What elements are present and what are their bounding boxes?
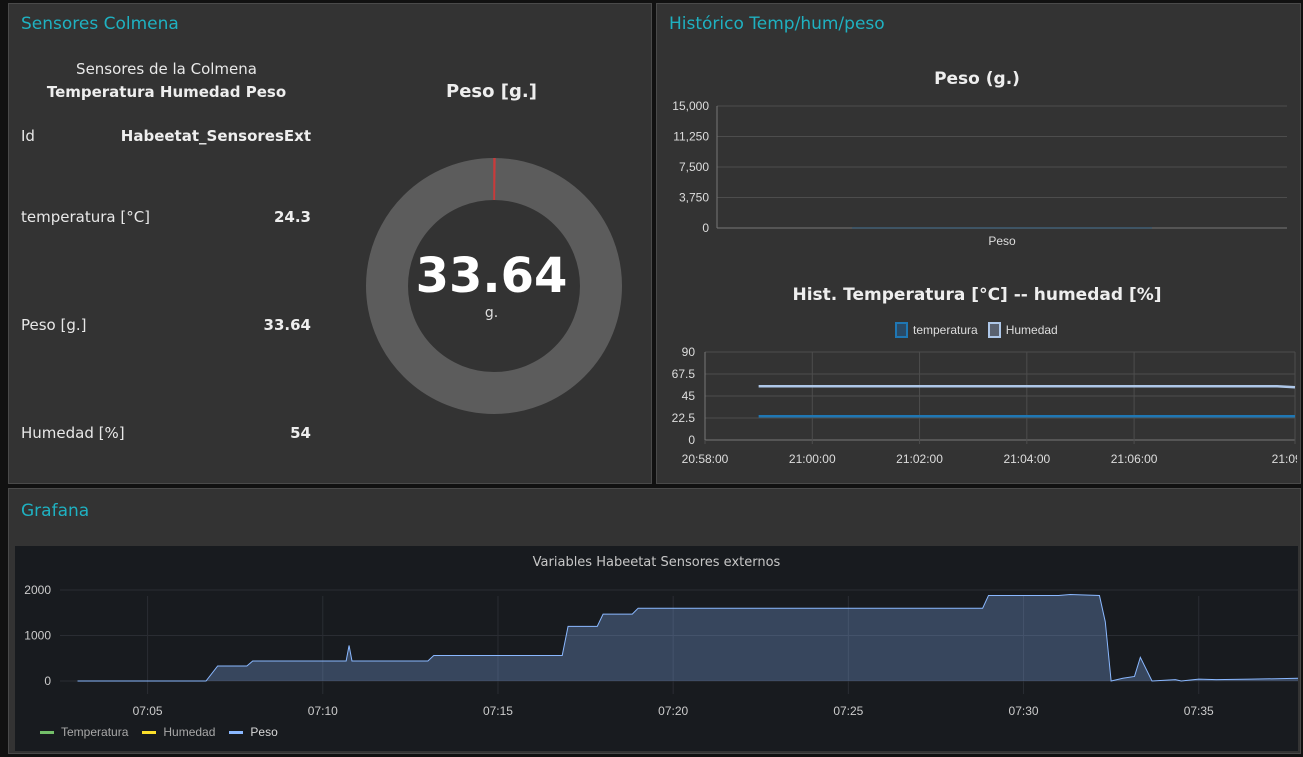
y-tick-label: 11,250 (673, 130, 709, 144)
y-tick-label: 7,500 (679, 160, 709, 174)
x-tick-label: 21:09:00 (1272, 452, 1297, 466)
grafana-legend-swatch (40, 730, 54, 734)
panel-title: Sensores Colmena (21, 14, 179, 34)
x-tick-label: 07:25 (833, 704, 863, 718)
series-line-humedad (758, 384, 1296, 389)
row-label-peso: Peso [g.] (21, 316, 87, 334)
x-tick-label: 07:10 (308, 704, 338, 718)
x-tick-label: Peso (988, 234, 1016, 248)
grafana-area-chart: 2000 1000 0 07:05 07:10 07:15 07:20 07:25 07:30 0… (24, 583, 1298, 718)
table-subheading: Temperatura Humedad Peso (46, 83, 287, 101)
y-tick-label: 67.5 (672, 367, 696, 381)
gauge-value: 33.64 (415, 248, 568, 304)
peso-chart-title: Peso (g.) (934, 69, 1020, 89)
row-value-temperatura: 24.3 (273, 208, 311, 226)
row-value-peso: 33.64 (263, 316, 311, 334)
x-tick-label: 21:02:00 (896, 452, 943, 466)
temp-line-chart: 90 67.5 45 22.5 0 20:58:00 21:00:00 21:02:00 21:… (672, 345, 1297, 466)
x-tick-label: 21:00:00 (789, 452, 836, 466)
table-heading: Sensores de la Colmena (76, 60, 257, 78)
row-value-humedad: 54 (290, 424, 311, 442)
history-panel: Histórico Temp/hum/peso Peso (g.) 15,000… (656, 3, 1301, 484)
panel-title: Grafana (21, 501, 90, 521)
x-tick-label: 07:15 (483, 704, 513, 718)
x-tick-label: 07:20 (658, 704, 688, 718)
x-tick-label: 20:58:00 (682, 452, 729, 466)
row-value-id: Habeetat_SensoresExt (120, 127, 311, 145)
bar-peso (852, 227, 1152, 229)
gauge-unit: g. (484, 305, 499, 321)
x-tick-label: 07:35 (1184, 704, 1214, 718)
legend-label-temperatura: temperatura (913, 323, 978, 337)
y-tick-label: 22.5 (672, 411, 696, 425)
y-tick-label: 0 (702, 221, 709, 235)
row-label-id: Id (21, 127, 35, 145)
grafana-embed[interactable]: Variables Habeetat Sensores externos 200… (15, 546, 1298, 751)
grafana-panel: Grafana Variables Habeetat Sensores exte… (8, 488, 1301, 754)
y-tick-label: 2000 (24, 583, 51, 597)
row-label-humedad: Humedad [%] (21, 424, 125, 442)
grafana-legend-label: Humedad (163, 725, 216, 739)
grafana-legend-swatch (142, 730, 157, 734)
peso-bar-chart: 15,000 11,250 7,500 3,750 0 Peso (672, 99, 1287, 248)
series-area-peso (77, 594, 1298, 681)
grafana-legend-label: Temperatura (61, 725, 129, 739)
grafana-legend-label: Peso (250, 725, 278, 739)
grafana-legend-swatch (229, 730, 244, 734)
grafana-legend: Temperatura Humedad Peso (40, 725, 278, 739)
gauge-title: Peso [g.] (446, 81, 537, 102)
panel-title: Histórico Temp/hum/peso (669, 14, 885, 34)
y-tick-label: 90 (682, 345, 696, 359)
grafana-legend-item-humedad[interactable]: Humedad (142, 725, 215, 739)
y-tick-label: 3,750 (679, 191, 709, 205)
x-tick-label: 07:05 (133, 704, 163, 718)
x-tick-label: 21:04:00 (1003, 452, 1050, 466)
legend-label-humedad: Humedad (1005, 323, 1058, 337)
grafana-legend-item-peso[interactable]: Peso (229, 725, 278, 739)
y-tick-label: 0 (44, 674, 51, 688)
temp-chart-title: Hist. Temperatura [°C] -- humedad [%] (792, 285, 1162, 305)
sensors-panel: Sensores Colmena Sensores de la Colmena … (8, 3, 652, 484)
x-tick-label: 21:06:00 (1111, 452, 1158, 466)
y-tick-label: 0 (688, 433, 695, 447)
y-tick-label: 1000 (24, 629, 51, 643)
row-label-temperatura: temperatura [°C] (21, 208, 151, 226)
grafana-legend-item-temperatura[interactable]: Temperatura (40, 725, 128, 739)
x-tick-label: 07:30 (1009, 704, 1039, 718)
y-tick-label: 45 (682, 389, 696, 403)
y-tick-label: 15,000 (672, 99, 709, 113)
